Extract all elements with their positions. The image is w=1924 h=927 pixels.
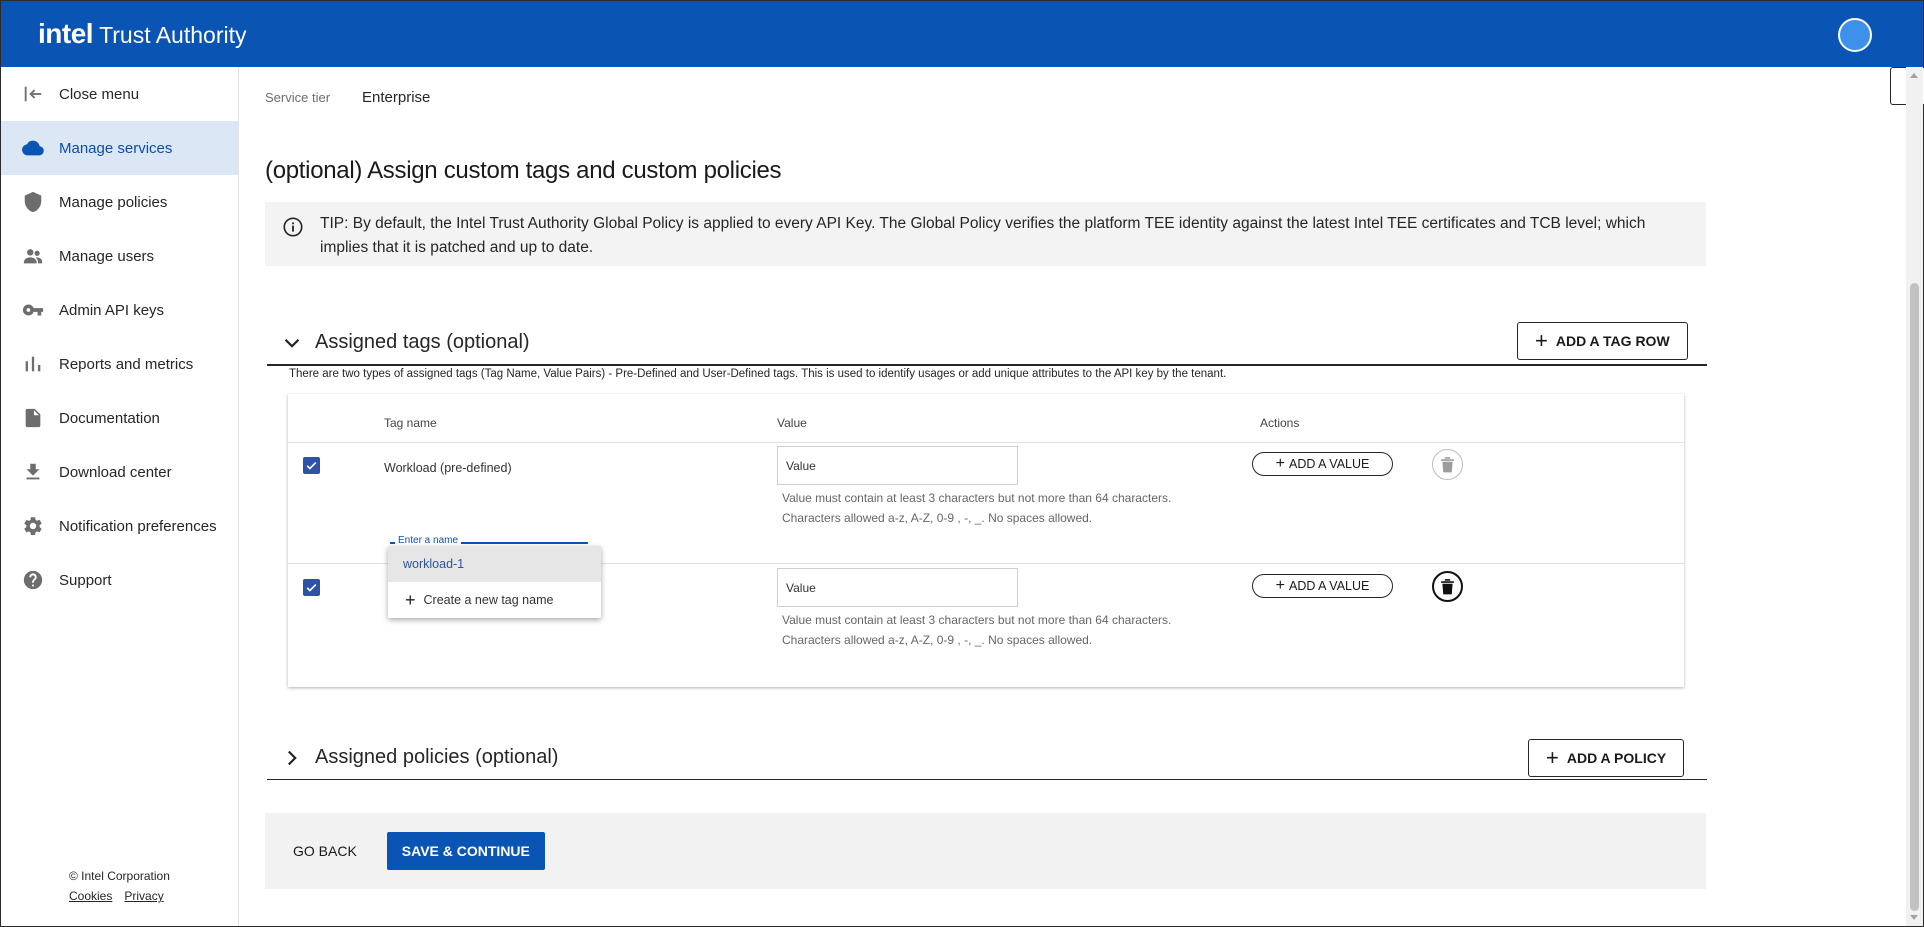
page-title: (optional) Assign custom tags and custom… [265, 157, 782, 184]
trash-icon [1441, 579, 1454, 595]
plus-icon: + [1535, 328, 1548, 353]
sidebar-item-label: Reports and metrics [59, 355, 194, 373]
add-tag-row-label: ADD A TAG ROW [1555, 333, 1670, 349]
sidebar-footer: © Intel Corporation Cookies Privacy [69, 869, 170, 903]
sidebar-item-label: Manage services [59, 139, 173, 157]
sidebar-item-close-menu[interactable]: Close menu [1, 67, 238, 121]
tags-description: There are two types of assigned tags (Ta… [289, 368, 1227, 380]
value-helper-text: Value must contain at least 3 characters… [782, 491, 1172, 525]
tip-text: TIP: By default, the Intel Trust Authori… [320, 215, 1646, 256]
go-back-button[interactable]: GO BACK [293, 843, 357, 859]
gear-icon [21, 514, 45, 538]
cloud-icon [21, 136, 45, 160]
sidebar-item-label: Download center [59, 463, 172, 481]
tags-section-title[interactable]: Assigned tags (optional) [315, 331, 530, 354]
plus-icon: + [1275, 455, 1285, 472]
dropdown-create-tag-option[interactable]: + Create a new tag name [388, 582, 601, 618]
add-policy-button[interactable]: + ADD A POLICY [1528, 739, 1685, 777]
sidebar-item-label: Close menu [59, 85, 140, 103]
add-value-button[interactable]: + ADD A VALUE [1252, 452, 1393, 476]
tip-banner: TIP: By default, the Intel Trust Authori… [265, 202, 1706, 266]
cookies-link[interactable]: Cookies [69, 889, 112, 903]
sidebar-item-label: Notification preferences [59, 517, 217, 535]
sidebar-item-label: Manage policies [59, 193, 168, 211]
column-header-tag-name: Tag name [384, 416, 437, 430]
add-value-button[interactable]: + ADD A VALUE [1252, 574, 1393, 598]
service-tier-label: Service tier [265, 90, 331, 105]
row-checkbox[interactable] [303, 457, 320, 474]
column-header-actions: Actions [1260, 416, 1300, 430]
info-icon [283, 217, 303, 237]
add-tag-row-button[interactable]: + ADD A TAG ROW [1517, 322, 1688, 360]
sidebar-item-admin-api-keys[interactable]: Admin API keys [1, 283, 238, 337]
check-icon [306, 461, 317, 470]
bar-chart-icon [21, 352, 45, 376]
trash-icon [1441, 457, 1454, 473]
tags-table: Tag name Value Actions Workload (pre-def… [288, 394, 1684, 687]
top-bar: intel Trust Authority [1, 1, 1923, 67]
plus-icon: + [405, 589, 416, 610]
sidebar-item-documentation[interactable]: Documentation [1, 391, 238, 445]
scroll-up-icon[interactable] [1910, 73, 1918, 78]
service-tier-row: Service tier Enterprise [265, 89, 430, 106]
save-continue-button[interactable]: SAVE & CONTINUE [386, 832, 545, 870]
users-icon [21, 244, 45, 268]
plus-icon: + [1275, 577, 1285, 594]
sidebar: Close menu Manage services Manage polici… [1, 67, 239, 926]
sidebar-item-reports-and-metrics[interactable]: Reports and metrics [1, 337, 238, 391]
value-input[interactable]: Value [777, 568, 1018, 607]
value-helper-text: Value must contain at least 3 characters… [782, 613, 1172, 647]
policies-section-header: Assigned policies (optional) [267, 736, 1707, 780]
page-scrollbar[interactable] [1906, 67, 1923, 926]
copyright-text: © Intel Corporation [69, 869, 170, 883]
sidebar-item-label: Documentation [59, 409, 160, 427]
logo-brand: intel [38, 18, 94, 49]
sidebar-item-label: Admin API keys [59, 301, 165, 319]
sidebar-item-manage-services[interactable]: Manage services [1, 121, 238, 175]
close-menu-icon [21, 82, 45, 106]
main-content: Service tier Enterprise (optional) Assig… [265, 67, 1924, 926]
sidebar-item-download-center[interactable]: Download center [1, 445, 238, 499]
dropdown-option-workload-1[interactable]: workload-1 [388, 546, 601, 582]
scroll-thumb[interactable] [1910, 283, 1919, 911]
delete-row-button[interactable] [1432, 571, 1463, 602]
tags-section-header-anchor [267, 365, 1707, 366]
intel-trust-authority-logo[interactable]: intel Trust Authority [38, 18, 247, 50]
action-bar: GO BACK SAVE & CONTINUE [265, 813, 1706, 889]
tag-name-text: Workload (pre-defined) [384, 461, 512, 475]
value-input[interactable]: Value [777, 446, 1018, 485]
chevron-right-icon[interactable] [281, 747, 303, 769]
sidebar-item-notification-preferences[interactable]: Notification preferences [1, 499, 238, 553]
check-icon [306, 583, 317, 592]
add-policy-label: ADD A POLICY [1566, 750, 1667, 766]
sidebar-item-label: Support [59, 571, 112, 589]
row-checkbox[interactable] [303, 579, 320, 596]
download-icon [21, 460, 45, 484]
delete-row-button [1432, 449, 1463, 480]
chevron-down-icon[interactable] [281, 332, 303, 354]
key-icon [21, 298, 45, 322]
logo-product: Trust Authority [99, 22, 247, 48]
sidebar-item-support[interactable]: Support [1, 553, 238, 607]
help-icon [21, 568, 45, 592]
sidebar-item-manage-users[interactable]: Manage users [1, 229, 238, 283]
scroll-down-icon[interactable] [1910, 915, 1918, 920]
tags-section-header: Assigned tags (optional) [267, 67, 1924, 365]
shield-icon [21, 190, 45, 214]
sidebar-item-manage-policies[interactable]: Manage policies [1, 175, 238, 229]
tag-name-field-label: Enter a name [395, 535, 462, 546]
service-tier-value: Enterprise [362, 89, 431, 106]
column-header-value: Value [777, 416, 807, 430]
privacy-link[interactable]: Privacy [124, 889, 163, 903]
user-avatar[interactable] [1838, 18, 1872, 52]
sidebar-item-label: Manage users [59, 247, 155, 265]
tag-name-dropdown: workload-1 + Create a new tag name [388, 546, 601, 618]
plus-icon: + [1546, 745, 1559, 770]
document-icon [21, 406, 45, 430]
policies-section-title[interactable]: Assigned policies (optional) [315, 746, 558, 769]
